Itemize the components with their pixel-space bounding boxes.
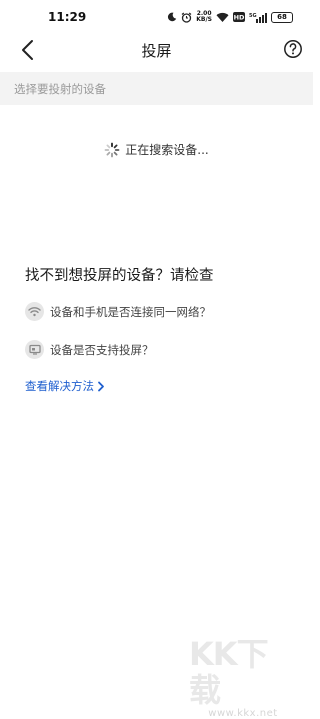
wifi-status-icon — [216, 12, 229, 23]
loading-spinner-icon — [104, 142, 120, 157]
search-status-text: 正在搜索设备... — [125, 143, 209, 157]
net-speed: 2.00 KB/S — [196, 10, 212, 23]
device-section-label: 选择要投射的设备 — [14, 82, 106, 96]
watermark: KK下载 www.kkx.net — [189, 636, 297, 719]
status-bar: 11:29 2.00 KB/S HD 5G 68 — [0, 0, 313, 34]
help-button[interactable] — [283, 39, 303, 59]
status-icons: 2.00 KB/S HD 5G 68 — [167, 9, 293, 25]
tip-same-network: 设备和手机是否连接同一网络？ — [25, 302, 211, 321]
moon-icon — [167, 12, 177, 22]
tip-supports-casting: 设备是否支持投屏？ — [25, 340, 154, 359]
question-mark-icon — [284, 40, 302, 58]
tip-text: 设备是否支持投屏？ — [50, 342, 154, 357]
view-solutions-label: 查看解决方法 — [25, 379, 94, 393]
svg-text:HD: HD — [234, 14, 245, 22]
page-title: 投屏 — [141, 42, 172, 60]
chevron-right-icon — [98, 381, 104, 391]
svg-text:5G: 5G — [249, 13, 257, 19]
status-time: 11:29 — [48, 10, 87, 24]
help-title: 找不到想投屏的设备？请检查 — [25, 268, 214, 284]
device-section-header: 选择要投射的设备 — [0, 72, 313, 105]
hd-icon: HD — [233, 12, 245, 22]
view-solutions-link[interactable]: 查看解决方法 — [25, 378, 105, 394]
alarm-icon — [181, 12, 192, 23]
watermark-domain: www.kkx.net — [208, 708, 278, 719]
wifi-icon — [25, 302, 44, 321]
signal-icon: 5G — [249, 12, 267, 23]
watermark-logo: KK下载 — [189, 635, 269, 709]
header: 投屏 — [0, 34, 313, 66]
tv-icon — [25, 340, 44, 359]
search-status: 正在搜索设备... — [0, 141, 313, 158]
tip-text: 设备和手机是否连接同一网络？ — [50, 304, 211, 319]
battery-icon: 68 — [271, 11, 293, 23]
